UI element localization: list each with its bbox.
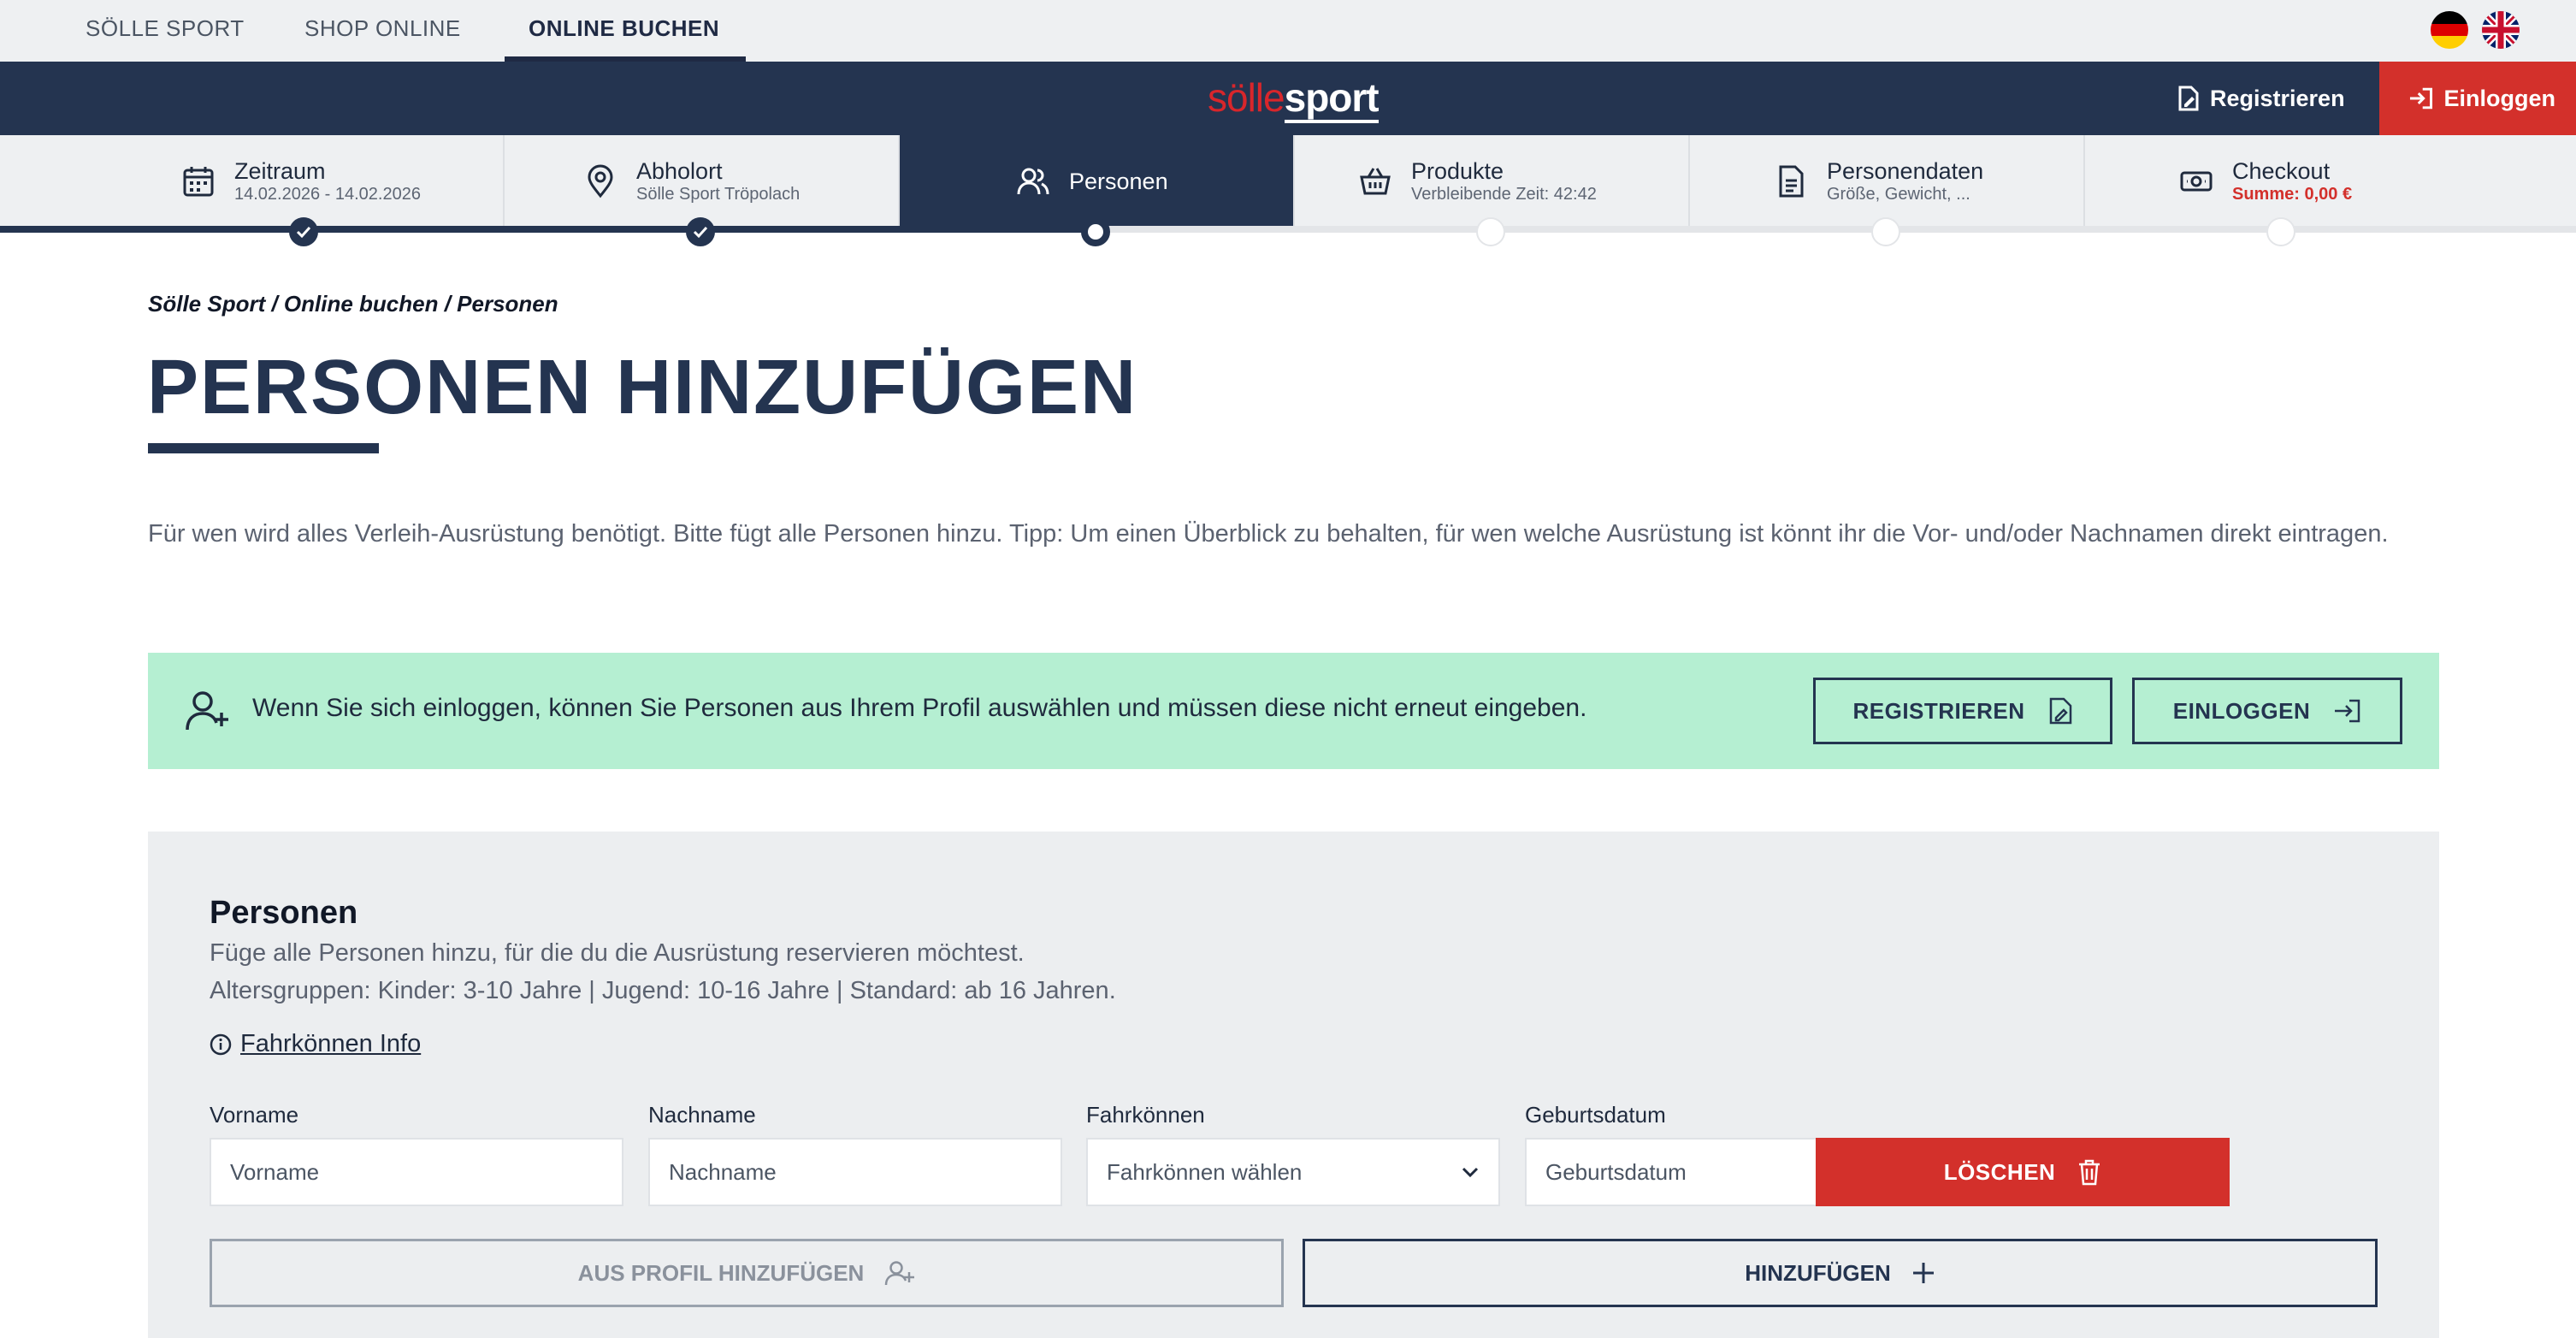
- add-person-label: HINZUFÜGEN: [1745, 1259, 1891, 1286]
- step-zeitraum-done-marker: [289, 217, 318, 246]
- step-checkout[interactable]: Checkout Summe: 0,00 €: [2085, 135, 2576, 228]
- plus-icon: [1912, 1263, 1934, 1283]
- register-label: Registrieren: [2210, 85, 2345, 111]
- top-utility-bar: SÖLLE SPORT SHOP ONLINE ONLINE BUCHEN: [0, 0, 2576, 62]
- step-checkout-marker: [2266, 217, 2295, 246]
- logo-part-sport: sport: [1284, 75, 1380, 123]
- lastname-placeholder: Nachname: [669, 1158, 777, 1185]
- skill-label: Fahrkönnen: [1086, 1102, 1205, 1128]
- banner-login-label: EINLOGGEN: [2172, 697, 2311, 724]
- topnav-shop-online[interactable]: SHOP ONLINE: [304, 0, 461, 62]
- persons-heading: Personen: [210, 895, 358, 931]
- step-zeitraum-subtitle: 14.02.2026 - 14.02.2026: [234, 185, 421, 204]
- user-plus-icon: [885, 1261, 915, 1286]
- firstname-input[interactable]: Vorname: [210, 1138, 623, 1206]
- step-zeitraum[interactable]: Zeitraum 14.02.2026 - 14.02.2026: [0, 135, 505, 228]
- login-arrow-icon: [2335, 699, 2360, 723]
- login-label: Einloggen: [2443, 85, 2556, 111]
- intro-text: Für wen wird alles Verleih-Ausrüstung be…: [148, 520, 2389, 548]
- steps-progress-fill: [0, 226, 1096, 233]
- login-arrow-icon: [2409, 87, 2433, 110]
- step-personendaten-subtitle: Größe, Gewicht, ...: [1827, 185, 1970, 204]
- register-document-icon: [2178, 86, 2199, 111]
- add-from-profile-label: AUS PROFIL HINZUFÜGEN: [577, 1259, 865, 1286]
- skill-selected-value: Fahrkönnen wählen: [1107, 1158, 1303, 1185]
- step-abholort[interactable]: Abholort Sölle Sport Tröpolach: [505, 135, 900, 228]
- uk-flag-icon[interactable]: [2482, 11, 2520, 49]
- skill-info-label: Fahrkönnen Info: [240, 1030, 422, 1057]
- login-hint-banner: Wenn Sie sich einloggen, können Sie Pers…: [148, 653, 2439, 769]
- german-flag-icon[interactable]: [2431, 11, 2468, 49]
- lastname-label: Nachname: [648, 1102, 756, 1128]
- persons-description: Füge alle Personen hinzu, für die du die…: [210, 934, 1116, 1009]
- cash-icon: [2180, 171, 2213, 192]
- delete-person-button[interactable]: LÖSCHEN: [1816, 1138, 2230, 1206]
- step-zeitraum-title: Zeitraum: [234, 158, 326, 184]
- step-abholort-done-marker: [686, 217, 715, 246]
- step-checkout-total: Summe: 0,00 €: [2232, 185, 2353, 204]
- add-person-button[interactable]: HINZUFÜGEN: [1303, 1239, 2378, 1307]
- step-personendaten[interactable]: Personendaten Größe, Gewicht, ...: [1690, 135, 2085, 228]
- persons-age-groups: Altersgruppen: Kinder: 3-10 Jahre | Juge…: [210, 977, 1116, 1004]
- persons-description-line1: Füge alle Personen hinzu, für die du die…: [210, 939, 1025, 967]
- step-personendaten-marker: [1871, 217, 1900, 246]
- main-header: söllesport Registrieren Einloggen: [0, 62, 2576, 135]
- lastname-input[interactable]: Nachname: [648, 1138, 1062, 1206]
- step-abholort-subtitle: Sölle Sport Tröpolach: [636, 185, 801, 204]
- login-hint-text: Wenn Sie sich einloggen, können Sie Pers…: [252, 694, 1587, 722]
- step-produkte[interactable]: Produkte Verbleibende Zeit: 42:42: [1295, 135, 1690, 228]
- banner-register-button[interactable]: REGISTRIEREN: [1813, 678, 2112, 744]
- birthdate-label: Geburtsdatum: [1525, 1102, 1666, 1128]
- map-pin-icon: [588, 164, 613, 198]
- title-underline: [148, 443, 379, 453]
- banner-login-button[interactable]: EINLOGGEN: [2132, 678, 2402, 744]
- users-icon: [1017, 168, 1049, 195]
- document-icon: [1779, 165, 1804, 198]
- trash-icon: [2079, 1159, 2100, 1186]
- step-personen-title: Personen: [1069, 169, 1168, 194]
- basket-icon: [1360, 168, 1391, 195]
- soelle-sport-logo[interactable]: söllesport: [1208, 74, 1380, 123]
- page-title: PERSONEN HINZUFÜGEN: [147, 345, 1138, 430]
- step-produkte-marker: [1476, 217, 1505, 246]
- booking-steps: Zeitraum 14.02.2026 - 14.02.2026 Abholor…: [0, 135, 2576, 228]
- logo-part-soelle: sölle: [1208, 75, 1285, 120]
- firstname-label: Vorname: [210, 1102, 299, 1128]
- add-from-profile-button[interactable]: AUS PROFIL HINZUFÜGEN: [210, 1239, 1284, 1307]
- calendar-icon: [183, 167, 214, 197]
- user-plus-icon: [186, 691, 228, 731]
- step-checkout-title: Checkout: [2232, 158, 2331, 184]
- step-produkte-title: Produkte: [1411, 158, 1504, 184]
- breadcrumb[interactable]: Sölle Sport / Online buchen / Personen: [148, 291, 558, 317]
- register-button[interactable]: Registrieren: [2177, 62, 2345, 135]
- topnav-soelle-sport[interactable]: SÖLLE SPORT: [86, 0, 245, 62]
- banner-register-label: REGISTRIEREN: [1852, 697, 2025, 724]
- chevron-down-icon: [1462, 1167, 1479, 1178]
- skill-info-link[interactable]: Fahrkönnen Info: [210, 1030, 421, 1058]
- step-personendaten-title: Personendaten: [1827, 158, 1984, 184]
- register-document-icon: [2049, 697, 2071, 725]
- firstname-placeholder: Vorname: [230, 1158, 320, 1185]
- step-personen-current-marker: [1081, 217, 1110, 246]
- topnav-online-buchen[interactable]: ONLINE BUCHEN: [505, 0, 746, 62]
- info-icon: [210, 1033, 232, 1055]
- step-personen[interactable]: Personen: [900, 135, 1295, 228]
- check-icon: [693, 226, 708, 239]
- login-button[interactable]: Einloggen: [2379, 62, 2576, 135]
- step-produkte-subtitle: Verbleibende Zeit: 42:42: [1411, 185, 1597, 204]
- skill-select[interactable]: Fahrkönnen wählen: [1086, 1138, 1500, 1206]
- birthdate-placeholder: Geburtsdatum: [1545, 1158, 1687, 1185]
- delete-label: LÖSCHEN: [1943, 1158, 2056, 1185]
- persons-panel: Personen Füge alle Personen hinzu, für d…: [148, 832, 2439, 1338]
- step-abholort-title: Abholort: [636, 158, 723, 184]
- check-icon: [296, 226, 311, 239]
